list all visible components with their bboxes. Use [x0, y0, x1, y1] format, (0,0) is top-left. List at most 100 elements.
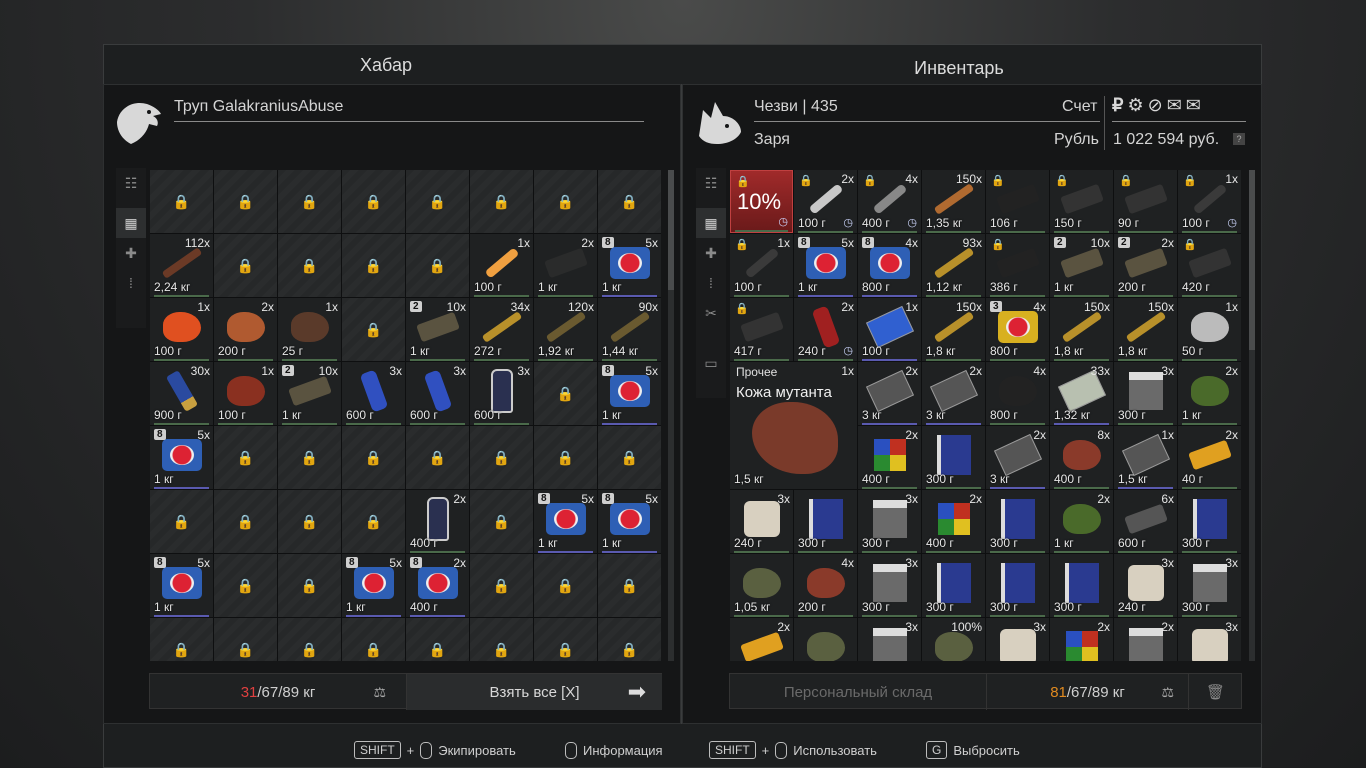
- inventory-item[interactable]: 3x 600 г: [406, 362, 469, 425]
- inventory-item[interactable]: 🔒 417 г: [730, 298, 793, 361]
- ruble-icon[interactable]: ₽: [1112, 95, 1123, 116]
- inventory-item[interactable]: 4x 200 г: [794, 554, 857, 617]
- inventory-item[interactable]: 150x 1,8 кг: [1050, 298, 1113, 361]
- inventory-item[interactable]: 8 4x 800 г: [858, 234, 921, 297]
- inventory-item[interactable]: 2x 1 кг: [1178, 362, 1241, 425]
- inventory-item[interactable]: 2 10x 1 кг: [278, 362, 341, 425]
- inventory-item[interactable]: 150x 1,8 кг: [1114, 298, 1177, 361]
- inventory-item[interactable]: 2x: [730, 618, 793, 661]
- locked-slot[interactable]: 🔒: [278, 170, 341, 233]
- locked-slot[interactable]: 🔒: [534, 362, 597, 425]
- inventory-item[interactable]: 10% 🔒 ◷: [730, 170, 793, 233]
- locked-slot[interactable]: 🔒: [598, 170, 661, 233]
- locked-slot[interactable]: 🔒: [598, 426, 661, 489]
- inventory-item[interactable]: 3 4x 800 г: [986, 298, 1049, 361]
- medical-filter-icon[interactable]: ✚: [696, 238, 726, 268]
- inventory-item[interactable]: 300 г: [922, 426, 985, 489]
- inventory-item[interactable]: 3x 300 г: [1114, 362, 1177, 425]
- inventory-item[interactable]: 300 г: [986, 554, 1049, 617]
- inventory-item[interactable]: 100%: [922, 618, 985, 661]
- inventory-item[interactable]: 2x 3 кг: [922, 362, 985, 425]
- mutant-skin-item[interactable]: Прочее 1x Кожа мутанта 1,5 кг: [730, 362, 857, 489]
- ammo-filter-icon[interactable]: ⁞: [696, 268, 726, 298]
- inventory-item[interactable]: 🔒 1x 100 г ◷: [1178, 170, 1241, 233]
- locked-slot[interactable]: 🔒: [470, 554, 533, 617]
- inventory-item[interactable]: 3x: [858, 618, 921, 661]
- inventory-item[interactable]: 34x 272 г: [470, 298, 533, 361]
- locked-slot[interactable]: 🔒: [342, 490, 405, 553]
- grid-view-icon[interactable]: ▦: [116, 208, 146, 238]
- inventory-item[interactable]: 2x 1 кг: [534, 234, 597, 297]
- gear-icon[interactable]: ⚙: [1127, 95, 1143, 116]
- inventory-item[interactable]: 🔒 420 г: [1178, 234, 1241, 297]
- locked-slot[interactable]: 🔒: [342, 234, 405, 297]
- inventory-item[interactable]: 1x 25 г: [278, 298, 341, 361]
- inventory-item[interactable]: 2x 400 г: [922, 490, 985, 553]
- inventory-item[interactable]: 300 г: [922, 554, 985, 617]
- inventory-item[interactable]: 3x 300 г: [858, 554, 921, 617]
- inventory-item[interactable]: 8 5x 1 кг: [150, 426, 213, 489]
- inventory-item[interactable]: 8 5x 1 кг: [342, 554, 405, 617]
- compass-icon[interactable]: ⊘: [1148, 95, 1163, 116]
- inventory-item[interactable]: [794, 618, 857, 661]
- locked-slot[interactable]: 🔒: [342, 170, 405, 233]
- inventory-item[interactable]: 2x 400 г: [858, 426, 921, 489]
- inventory-item[interactable]: 300 г: [1050, 554, 1113, 617]
- inventory-item[interactable]: 🔒 1x 100 г: [730, 234, 793, 297]
- locked-slot[interactable]: 🔒: [406, 234, 469, 297]
- inventory-item[interactable]: 3x: [986, 618, 1049, 661]
- inventory-item[interactable]: 8 5x 1 кг: [598, 234, 661, 297]
- help-icon[interactable]: ?: [1233, 133, 1245, 145]
- locked-slot[interactable]: 🔒: [214, 170, 277, 233]
- inventory-item[interactable]: 8 5x 1 кг: [150, 554, 213, 617]
- inventory-item[interactable]: 2x 400 г: [406, 490, 469, 553]
- inventory-item[interactable]: 🔒 386 г: [986, 234, 1049, 297]
- locked-slot[interactable]: 🔒: [278, 554, 341, 617]
- locked-slot[interactable]: 🔒: [598, 554, 661, 617]
- inventory-item[interactable]: 3x 600 г: [342, 362, 405, 425]
- inventory-item[interactable]: 33x 1,32 кг: [1050, 362, 1113, 425]
- locked-slot[interactable]: 🔒: [214, 234, 277, 297]
- locked-slot[interactable]: 🔒: [406, 170, 469, 233]
- inventory-item[interactable]: 2x: [1050, 618, 1113, 661]
- locked-slot[interactable]: 🔒: [278, 490, 341, 553]
- inventory-item[interactable]: 300 г: [1178, 490, 1241, 553]
- inventory-item[interactable]: 120x 1,92 кг: [534, 298, 597, 361]
- locked-slot[interactable]: 🔒: [214, 554, 277, 617]
- inventory-item[interactable]: 112x 2,24 кг: [150, 234, 213, 297]
- locked-slot[interactable]: 🔒: [214, 426, 277, 489]
- ammo-filter-icon[interactable]: ⁞: [116, 268, 146, 298]
- locked-slot[interactable]: 🔒: [534, 618, 597, 661]
- inventory-item[interactable]: 🔒 150 г: [1050, 170, 1113, 233]
- inventory-item[interactable]: 🔒 90 г: [1114, 170, 1177, 233]
- inventory-item[interactable]: 8 2x 400 г: [406, 554, 469, 617]
- inventory-item[interactable]: 8 5x 1 кг: [534, 490, 597, 553]
- take-all-button[interactable]: Взять все [X] ➡: [406, 674, 662, 710]
- locked-slot[interactable]: 🔒: [470, 490, 533, 553]
- locked-slot[interactable]: 🔒: [150, 170, 213, 233]
- locked-slot[interactable]: 🔒: [598, 618, 661, 661]
- inventory-item[interactable]: 8 5x 1 кг: [598, 490, 661, 553]
- inventory-item[interactable]: 6x 600 г: [1114, 490, 1177, 553]
- inventory-item[interactable]: 30x 900 г: [150, 362, 213, 425]
- inventory-item[interactable]: 2x 3 кг: [986, 426, 1049, 489]
- locked-slot[interactable]: 🔒: [406, 618, 469, 661]
- trash-button[interactable]: 🗑: [1188, 674, 1242, 710]
- inventory-item[interactable]: 150x 1,35 кг: [922, 170, 985, 233]
- inventory-item[interactable]: 3x 600 г: [470, 362, 533, 425]
- inventory-item[interactable]: 3x 300 г: [858, 490, 921, 553]
- inventory-item[interactable]: 1x 100 г: [214, 362, 277, 425]
- inventory-item[interactable]: 2x 1 кг: [1050, 490, 1113, 553]
- list-view-icon[interactable]: ☷: [116, 168, 146, 198]
- medical-filter-icon[interactable]: ✚: [116, 238, 146, 268]
- inventory-item[interactable]: 1x 50 г: [1178, 298, 1241, 361]
- document-icon[interactable]: ✉: [1167, 95, 1182, 116]
- inventory-item[interactable]: 1x 100 г: [150, 298, 213, 361]
- personal-stash-button[interactable]: Персональный склад: [730, 674, 986, 710]
- container-filter-icon[interactable]: ▭: [696, 348, 726, 378]
- inventory-item[interactable]: 🔒 106 г: [986, 170, 1049, 233]
- inventory-item[interactable]: 2x 3 кг: [858, 362, 921, 425]
- locked-slot[interactable]: 🔒: [406, 426, 469, 489]
- locked-slot[interactable]: 🔒: [278, 234, 341, 297]
- inventory-item[interactable]: 2x 240 г ◷: [794, 298, 857, 361]
